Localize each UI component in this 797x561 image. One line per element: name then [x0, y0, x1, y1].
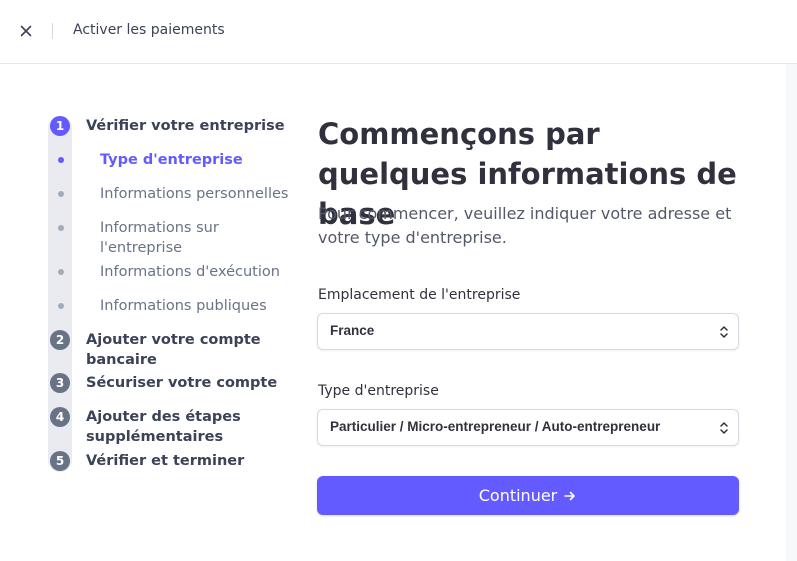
header-divider: [52, 23, 53, 39]
location-field-label: Emplacement de l'entreprise: [318, 287, 521, 303]
step-number-badge: 3: [50, 373, 70, 393]
continue-button[interactable]: Continuer: [317, 476, 739, 515]
top-bar: Activer les paiements: [0, 0, 797, 64]
substep-label: Informations sur l'entreprise: [100, 220, 219, 256]
continue-button-label: Continuer: [478, 486, 558, 505]
step-number-badge: 2: [50, 330, 70, 350]
step-number-badge: 1: [50, 116, 70, 136]
arrow-right-icon: [564, 491, 576, 500]
business-type-select[interactable]: Particulier / Micro-entrepreneur / Auto-…: [317, 409, 739, 446]
select-chevron-icon: [720, 422, 728, 434]
business-type-select-value: Particulier / Micro-entrepreneur / Auto-…: [330, 419, 661, 434]
type-field-label: Type d'entreprise: [318, 383, 439, 399]
substep-label: Informations d'exécution: [100, 264, 280, 280]
location-select-value: France: [330, 323, 375, 338]
substep-dot: [58, 225, 64, 231]
scrollbar[interactable]: [786, 64, 797, 561]
select-chevron-icon: [720, 326, 728, 338]
step-label: Vérifier et terminer: [86, 453, 245, 469]
substep-label: Informations personnelles: [100, 186, 289, 202]
step-number-badge: 5: [50, 451, 70, 471]
substep-dot: [58, 191, 64, 197]
substep-label: Type d'entreprise: [100, 152, 243, 168]
location-select[interactable]: France: [317, 313, 739, 350]
step-label: Ajouter des étapes supplémentaires: [86, 409, 241, 445]
substep-dot: [58, 303, 64, 309]
form-description: Pour commencer, veuillez indiquer votre …: [318, 204, 732, 247]
close-icon: [20, 25, 32, 37]
close-button[interactable]: [16, 21, 36, 41]
step-label: Ajouter votre compte bancaire: [86, 332, 261, 368]
substep-dot: [58, 157, 64, 163]
substep-label: Informations publiques: [100, 298, 267, 314]
step-number-badge: 4: [50, 407, 70, 427]
step-label: Sécuriser votre compte: [86, 375, 278, 391]
step-label: Vérifier votre entreprise: [86, 118, 285, 134]
substep-dot: [58, 269, 64, 275]
page-title: Activer les paiements: [73, 22, 225, 38]
